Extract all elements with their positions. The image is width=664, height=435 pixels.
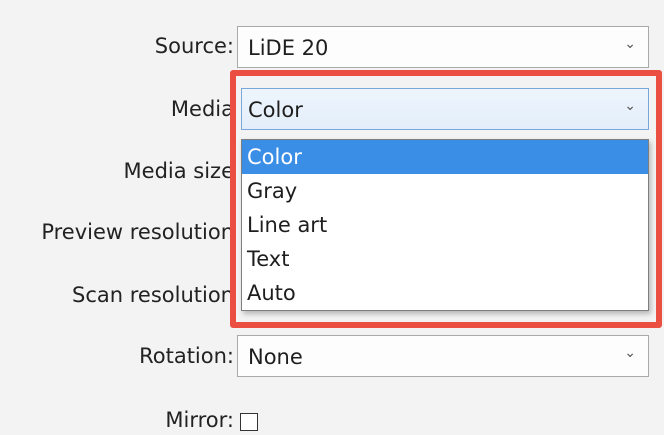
source-select-value: LiDE 20: [248, 36, 329, 60]
media-label: Media: [170, 97, 234, 121]
source-select[interactable]: LiDE 20 ⌄: [237, 26, 649, 68]
rotation-select-value: None: [248, 345, 303, 369]
chevron-down-icon: ⌄: [624, 36, 636, 52]
chevron-down-icon: ⌄: [624, 98, 636, 114]
media-dropdown-list: Color Gray Line art Text Auto: [241, 139, 649, 311]
preview-resolution-label: Preview resolution: [41, 220, 234, 244]
chevron-down-icon: ⌄: [624, 345, 636, 361]
media-size-label: Media size: [123, 159, 234, 183]
media-select-value: Color: [248, 98, 303, 122]
scan-resolution-label: Scan resolution: [72, 283, 234, 307]
media-option-auto[interactable]: Auto: [242, 276, 648, 310]
rotation-select[interactable]: None ⌄: [237, 335, 649, 377]
source-label: Source:: [154, 34, 234, 58]
rotation-label: Rotation:: [139, 344, 234, 368]
media-option-line-art[interactable]: Line art: [242, 208, 648, 242]
mirror-checkbox[interactable]: [240, 413, 258, 431]
media-option-color[interactable]: Color: [242, 140, 648, 174]
media-option-gray[interactable]: Gray: [242, 174, 648, 208]
media-select[interactable]: Color ⌄: [241, 88, 649, 130]
mirror-label: Mirror:: [165, 408, 234, 432]
media-option-text[interactable]: Text: [242, 242, 648, 276]
